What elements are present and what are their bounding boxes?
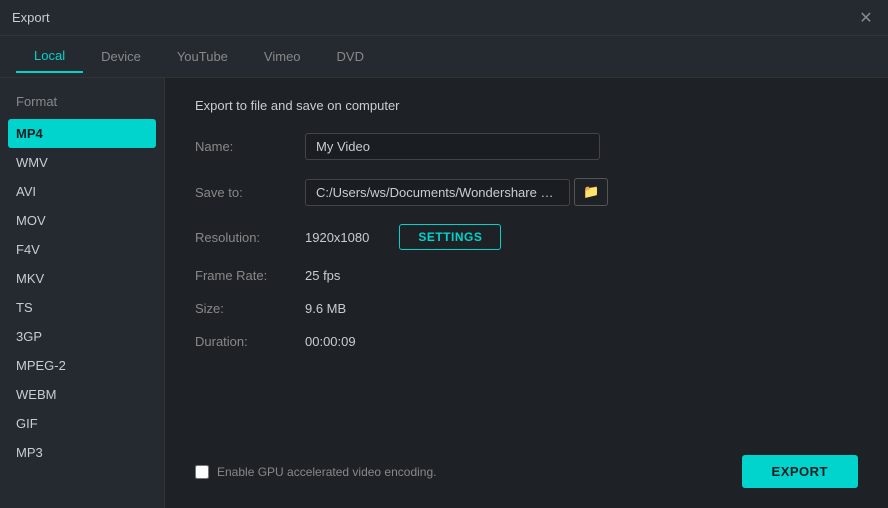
save-to-input[interactable]: [305, 179, 570, 206]
folder-browse-button[interactable]: 📁: [574, 178, 608, 206]
bottom-bar: Enable GPU accelerated video encoding. E…: [195, 445, 858, 488]
frame-rate-label: Frame Rate:: [195, 268, 305, 283]
resolution-label: Resolution:: [195, 230, 305, 245]
sidebar-item-mpeg2[interactable]: MPEG-2: [0, 351, 164, 380]
sidebar-item-3gp[interactable]: 3GP: [0, 322, 164, 351]
title-bar: Export ✕: [0, 0, 888, 36]
export-button[interactable]: EXPORT: [742, 455, 858, 488]
save-to-label: Save to:: [195, 185, 305, 200]
tab-local[interactable]: Local: [16, 40, 83, 73]
sidebar-item-ts[interactable]: TS: [0, 293, 164, 322]
sidebar-item-mp4[interactable]: MP4: [8, 119, 156, 148]
duration-value: 00:00:09: [305, 334, 356, 349]
gpu-label[interactable]: Enable GPU accelerated video encoding.: [217, 465, 436, 479]
size-label: Size:: [195, 301, 305, 316]
duration-row: Duration: 00:00:09: [195, 334, 858, 349]
frame-rate-row: Frame Rate: 25 fps: [195, 268, 858, 283]
size-row: Size: 9.6 MB: [195, 301, 858, 316]
sidebar-item-avi[interactable]: AVI: [0, 177, 164, 206]
name-label: Name:: [195, 139, 305, 154]
tabs-bar: Local Device YouTube Vimeo DVD: [0, 36, 888, 78]
gpu-checkbox[interactable]: [195, 465, 209, 479]
duration-label: Duration:: [195, 334, 305, 349]
sidebar-item-mov[interactable]: MOV: [0, 206, 164, 235]
sidebar-header: Format: [0, 88, 164, 119]
main-area: Format MP4 WMV AVI MOV F4V MKV TS 3GP MP…: [0, 78, 888, 508]
folder-icon: 📁: [583, 184, 599, 199]
sidebar: Format MP4 WMV AVI MOV F4V MKV TS 3GP MP…: [0, 78, 165, 508]
sidebar-item-wmv[interactable]: WMV: [0, 148, 164, 177]
resolution-value: 1920x1080: [305, 230, 369, 245]
save-to-field: 📁: [305, 178, 608, 206]
close-button[interactable]: ✕: [856, 8, 876, 28]
tab-device[interactable]: Device: [83, 41, 159, 72]
frame-rate-value: 25 fps: [305, 268, 340, 283]
sidebar-item-webm[interactable]: WEBM: [0, 380, 164, 409]
tab-youtube[interactable]: YouTube: [159, 41, 246, 72]
name-row: Name:: [195, 133, 858, 160]
content-title: Export to file and save on computer: [195, 98, 858, 113]
title-bar-title: Export: [12, 10, 50, 25]
save-to-row: Save to: 📁: [195, 178, 858, 206]
sidebar-item-f4v[interactable]: F4V: [0, 235, 164, 264]
content-area: Export to file and save on computer Name…: [165, 78, 888, 508]
settings-button[interactable]: SETTINGS: [399, 224, 501, 250]
resolution-field: 1920x1080 SETTINGS: [305, 224, 501, 250]
name-input[interactable]: [305, 133, 600, 160]
size-value: 9.6 MB: [305, 301, 346, 316]
sidebar-item-gif[interactable]: GIF: [0, 409, 164, 438]
sidebar-item-mkv[interactable]: MKV: [0, 264, 164, 293]
gpu-checkbox-row: Enable GPU accelerated video encoding.: [195, 465, 436, 479]
tab-dvd[interactable]: DVD: [319, 41, 382, 72]
tab-vimeo[interactable]: Vimeo: [246, 41, 319, 72]
sidebar-item-mp3[interactable]: MP3: [0, 438, 164, 467]
resolution-row: Resolution: 1920x1080 SETTINGS: [195, 224, 858, 250]
